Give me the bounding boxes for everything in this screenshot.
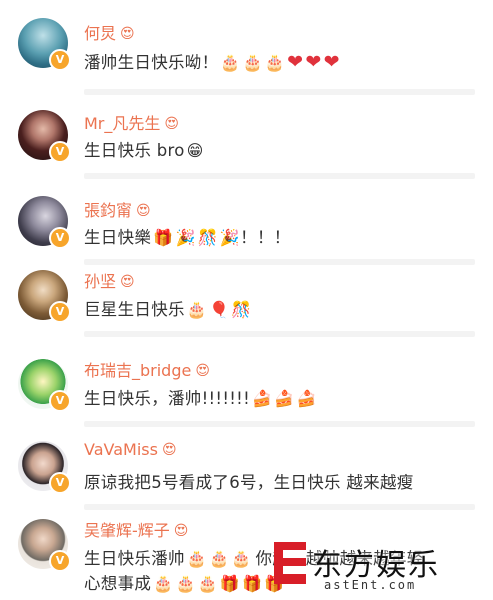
username[interactable]: 何炅 😍	[84, 20, 135, 44]
divider	[84, 259, 475, 265]
divider	[84, 173, 475, 179]
heart-icon: ❤	[305, 51, 322, 73]
comment-body: 生日快乐 bro	[84, 141, 185, 160]
avatar[interactable]: V	[18, 519, 71, 572]
avatar[interactable]: V	[18, 110, 71, 163]
username-text[interactable]: 布瑞吉_bridge	[84, 361, 191, 380]
cake-slice-icon: 🍰	[274, 389, 295, 408]
comment-body: 潘帅生日快乐呦！	[84, 53, 219, 72]
fireworks-icon: 🎊	[231, 300, 252, 319]
verified-badge-icon: V	[49, 49, 71, 71]
username[interactable]: Mr_凡先生 😍	[84, 110, 179, 134]
fireworks-icon: 🎊	[197, 228, 218, 247]
birthday-cake-icon: 🎂	[186, 300, 208, 319]
comment-body-line2: 心想事成	[84, 574, 152, 593]
comment-body: 原谅我把5号看成了6号，生日快乐 越来越瘦	[84, 473, 414, 492]
gift-icon: 🎁	[219, 574, 241, 593]
divider	[84, 421, 475, 427]
username[interactable]: 孙坚 😍	[84, 268, 135, 292]
comment-body: 生日快乐，潘帅!!!!!!!	[84, 389, 251, 408]
divider	[84, 331, 475, 337]
avatar[interactable]: V	[18, 441, 71, 494]
birthday-cake-icon	[187, 549, 207, 568]
heart-eyes-icon: 😍	[161, 442, 177, 458]
heart-icon: ❤	[323, 51, 340, 73]
heart-icon: ❤	[287, 51, 304, 73]
avatar[interactable]: V	[18, 18, 71, 71]
birthday-cake-icon	[209, 549, 229, 568]
divider	[84, 89, 475, 95]
birthday-cake-icon	[243, 53, 263, 72]
heart-eyes-icon: 😍	[120, 26, 135, 42]
watermark-subtitle: astEnt.com	[324, 578, 417, 592]
username-text[interactable]: Mr_凡先生	[84, 114, 160, 133]
birthday-cake-icon	[198, 574, 218, 593]
comment-body: 生日快樂	[84, 228, 152, 247]
verified-badge-icon: V	[49, 390, 71, 412]
username-text[interactable]: 張鈞甯	[84, 201, 132, 220]
username[interactable]: 吴肇辉-辉子 😍	[84, 517, 188, 541]
username[interactable]: 布瑞吉_bridge 😍	[84, 357, 210, 381]
username-text[interactable]: VaVaMiss	[84, 440, 158, 459]
gift-icon: 🎁	[242, 574, 263, 593]
heart-eyes-icon: 😍	[120, 274, 135, 290]
cake-slice-icon: 🍰	[252, 389, 273, 408]
heart-eyes-icon: 😍	[136, 203, 151, 219]
verified-badge-icon: V	[49, 227, 71, 249]
comment-suffix: ！！！	[240, 228, 291, 247]
watermark-logo-icon	[274, 542, 306, 584]
avatar[interactable]: V	[18, 359, 71, 412]
comment-text-line2: 心想事成🎁🎁🎁	[84, 570, 285, 594]
comment-text: 原谅我把5号看成了6号，生日快乐 越来越瘦	[84, 469, 414, 493]
heart-eyes-icon: 😍	[173, 523, 189, 539]
watermark: 东方娱乐 astEnt.com	[272, 540, 493, 600]
username[interactable]: 張鈞甯 😍	[84, 197, 151, 221]
username-text[interactable]: 吴肇辉-辉子	[84, 521, 170, 540]
heart-eyes-icon: 😍	[164, 116, 179, 132]
comment-text: 巨星生日快乐 🎂 🎈 🎊	[84, 296, 252, 320]
cake-slice-icon: 🍰	[296, 389, 317, 408]
verified-badge-icon: V	[49, 301, 71, 323]
verified-badge-icon: V	[49, 550, 71, 572]
gift-icon: 🎁	[153, 228, 174, 247]
comment-body: 巨星生日快乐	[84, 300, 185, 319]
avatar[interactable]: V	[18, 196, 71, 249]
birthday-cake-icon	[265, 53, 285, 72]
username-text[interactable]: 何炅	[84, 24, 116, 43]
birthday-cake-icon	[153, 574, 173, 593]
party-popper-icon: 🎉	[219, 228, 241, 247]
birthday-cake-icon	[175, 574, 195, 593]
comment-text: 潘帅生日快乐呦！❤❤❤	[84, 49, 340, 73]
verified-badge-icon: V	[49, 141, 71, 163]
username-text[interactable]: 孙坚	[84, 272, 116, 291]
balloon-icon: 🎈	[209, 300, 230, 319]
verified-badge-icon: V	[49, 472, 71, 494]
comment-body: 生日快乐潘帅	[84, 549, 185, 568]
comment-text: 生日快乐，潘帅!!!!!!! 🍰 🍰 🍰	[84, 385, 317, 409]
birthday-cake-icon	[220, 53, 240, 72]
comment-text: 生日快樂 🎁 🎉 🎊 🎉！！！	[84, 224, 291, 248]
avatar[interactable]: V	[18, 270, 71, 323]
party-popper-icon: 🎉	[175, 228, 196, 247]
comment-text: 生日快乐 bro 😁	[84, 137, 204, 161]
grin-icon: 😁	[186, 141, 204, 160]
divider	[84, 504, 475, 510]
heart-eyes-icon: 😍	[195, 363, 210, 379]
username[interactable]: VaVaMiss 😍	[84, 440, 177, 459]
birthday-cake-icon	[231, 549, 251, 568]
